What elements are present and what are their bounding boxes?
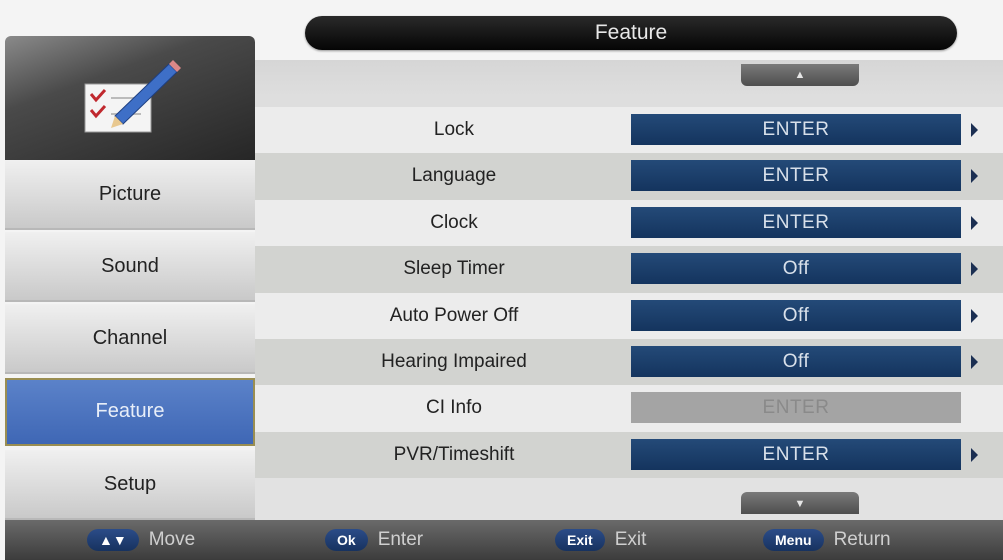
help-move: ▲▼ Move (87, 526, 195, 554)
row-value[interactable]: Off (631, 345, 961, 377)
feature-icon-tile (5, 36, 255, 160)
chevron-right-icon (971, 308, 978, 323)
row-label: Auto Power Off (389, 304, 519, 326)
sidebar-item-setup[interactable]: Setup (5, 450, 255, 520)
menu-row-ci-info: CI Info ENTER (255, 385, 1003, 432)
page-title: Feature (305, 16, 957, 50)
row-value[interactable]: ENTER (631, 114, 961, 145)
help-bar: ▲▼ Move Ok Enter Exit Exit Menu Return (5, 520, 1003, 560)
sidebar: Picture Sound Channel Feature Setup (5, 36, 255, 520)
chevron-right-icon (971, 169, 978, 184)
row-value[interactable]: ENTER (631, 206, 961, 238)
scroll-up-button[interactable]: ▲ (741, 64, 859, 86)
row-label: Hearing Impaired (381, 350, 527, 372)
help-text: Move (148, 529, 196, 550)
scroll-down-button[interactable]: ▼ (741, 492, 859, 514)
checklist-pencil-icon (81, 58, 181, 143)
chevron-up-icon: ▲ (794, 69, 806, 81)
chevron-right-icon (971, 123, 978, 137)
row-label: Clock (430, 211, 478, 233)
chevron-right-icon (971, 447, 978, 462)
menu-row-hearing-impaired[interactable]: Hearing Impaired Off (255, 338, 1003, 386)
menu-row-lock[interactable]: Lock ENTER (255, 107, 1003, 154)
help-return: Menu Return (763, 526, 891, 554)
menu-row-language[interactable]: Language ENTER (255, 153, 1003, 200)
help-exit: Exit Exit (555, 526, 646, 554)
sidebar-item-sound[interactable]: Sound (5, 232, 255, 302)
chevron-right-icon (971, 262, 978, 277)
feature-options-list: Lock ENTER Language ENTER Clock ENTER Sl… (255, 107, 1003, 479)
row-value[interactable]: ENTER (631, 160, 961, 192)
sidebar-item-channel[interactable]: Channel (5, 304, 255, 374)
menu-row-auto-power-off[interactable]: Auto Power Off Off (255, 292, 1003, 339)
help-text: Exit (614, 529, 647, 550)
row-label: Sleep Timer (403, 258, 505, 280)
chevron-down-icon: ▼ (794, 498, 806, 510)
row-value[interactable]: Off (631, 253, 961, 285)
menu-row-clock[interactable]: Clock ENTER (255, 199, 1003, 247)
chevron-right-icon (971, 354, 978, 369)
row-label: Language (411, 165, 497, 187)
help-enter: Ok Enter (325, 526, 423, 554)
exit-key-badge: Exit (555, 529, 605, 551)
row-label: CI Info (426, 397, 482, 419)
sidebar-item-picture[interactable]: Picture (5, 160, 255, 230)
help-text: Return (833, 529, 891, 550)
sidebar-item-feature[interactable]: Feature (5, 378, 255, 446)
feature-menu-panel: ▲ Lock ENTER Language ENTER Clock ENTER … (255, 60, 1003, 520)
row-value[interactable]: ENTER (631, 438, 961, 470)
menu-key-badge: Menu (763, 529, 824, 551)
row-label: Lock (433, 119, 475, 140)
arrow-keys-badge: ▲▼ (87, 529, 139, 551)
row-value-disabled: ENTER (631, 392, 961, 424)
chevron-right-icon (971, 215, 978, 230)
row-label: PVR/Timeshift (393, 443, 515, 465)
menu-row-pvr-timeshift[interactable]: PVR/Timeshift ENTER (255, 431, 1003, 479)
menu-row-sleep-timer[interactable]: Sleep Timer Off (255, 246, 1003, 293)
help-text: Enter (377, 529, 424, 550)
row-value[interactable]: Off (631, 299, 961, 331)
ok-key-badge: Ok (325, 529, 368, 551)
